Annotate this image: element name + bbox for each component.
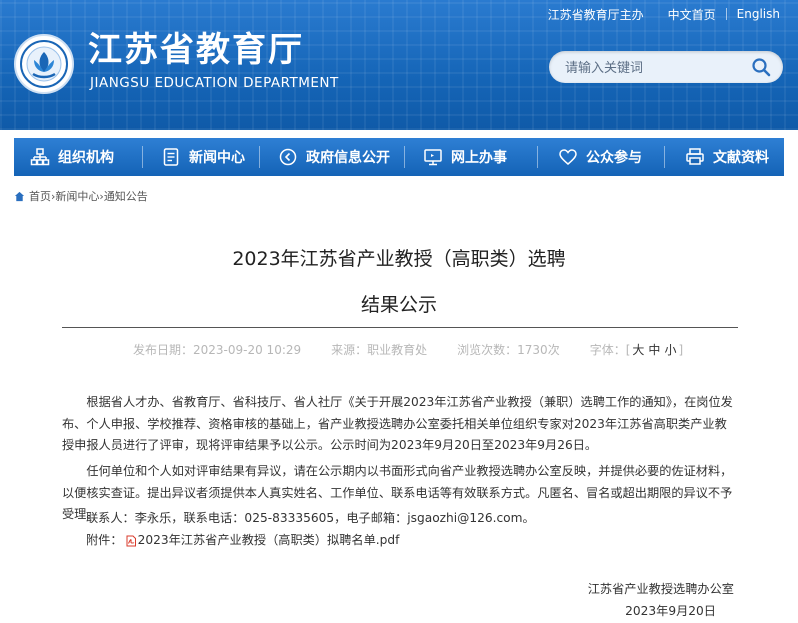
article-source: 来源：职业教育处 bbox=[331, 342, 428, 357]
logo-emblem[interactable] bbox=[14, 34, 74, 94]
bracket-open: [ bbox=[625, 342, 631, 357]
nav-label: 公众参与 bbox=[586, 150, 642, 166]
signature-date: 2023年9月20日 bbox=[625, 604, 716, 618]
emblem-icon bbox=[20, 40, 68, 88]
nav-divider bbox=[142, 146, 143, 168]
font-size-medium[interactable]: 中 bbox=[648, 343, 660, 357]
nav-label: 文献资料 bbox=[713, 150, 769, 166]
nav-label: 政府信息公开 bbox=[306, 150, 390, 166]
article-title: 2023年江苏省产业教授（高职类）选聘 bbox=[232, 248, 566, 270]
nav-label: 新闻中心 bbox=[189, 150, 245, 166]
view-count: 浏览次数：1730次 bbox=[457, 342, 560, 357]
nav-divider bbox=[404, 146, 405, 168]
nav-item-public-participation[interactable]: 公众参与 bbox=[558, 138, 664, 176]
search-box bbox=[549, 51, 783, 83]
article-meta: 发布日期：2023-09-20 10:29 来源：职业教育处 浏览次数：1730… bbox=[133, 341, 683, 357]
publish-date: 发布日期：2023-09-20 10:29 bbox=[133, 342, 302, 357]
nav-divider bbox=[664, 146, 665, 168]
org-chart-icon bbox=[30, 148, 50, 166]
breadcrumb-news[interactable]: 新闻中心 bbox=[55, 188, 99, 204]
nav-item-online-services[interactable]: 网上办事 bbox=[423, 138, 537, 176]
pdf-icon bbox=[126, 535, 136, 546]
attachment-label: 附件： bbox=[86, 533, 123, 547]
nav-label: 网上办事 bbox=[451, 150, 507, 166]
breadcrumb: 首页 › 新闻中心 › 通知公告 bbox=[14, 188, 148, 204]
contact-info: 联系人：李永乐，联系电话：025-83335605，电子邮箱：jsgaozhi@… bbox=[86, 511, 535, 525]
monitor-icon bbox=[424, 149, 442, 166]
heart-icon bbox=[559, 149, 577, 165]
nav-divider bbox=[259, 146, 260, 168]
nav-divider bbox=[537, 146, 538, 168]
search-icon[interactable] bbox=[751, 57, 771, 77]
font-size-small[interactable]: 小 bbox=[664, 343, 676, 357]
title-divider bbox=[62, 327, 738, 328]
top-links: 江苏省教育厅主办 中文首页 English bbox=[548, 6, 780, 22]
nav-item-organization[interactable]: 组织机构 bbox=[30, 138, 142, 176]
font-size-label: 字体： bbox=[589, 342, 626, 357]
attachment-link[interactable]: 2023年江苏省产业教授（高职类）拟聘名单.pdf bbox=[138, 530, 400, 551]
font-size-controls: 字体：[大中小] bbox=[590, 341, 683, 358]
main-site-link[interactable]: 江苏省教育厅主办 bbox=[548, 6, 644, 23]
divider bbox=[725, 8, 727, 20]
search-input[interactable] bbox=[563, 57, 747, 79]
breadcrumb-notices[interactable]: 通知公告 bbox=[104, 188, 148, 204]
home-icon bbox=[14, 191, 25, 201]
printer-icon bbox=[686, 148, 704, 165]
nav-item-news[interactable]: 新闻中心 bbox=[161, 138, 259, 176]
info-disclosure-icon bbox=[279, 148, 297, 166]
main-nav: 组织机构 新闻中心 政府信息公开 网上办事 公众参与 文献资料 bbox=[14, 138, 784, 176]
bracket-close: ] bbox=[678, 342, 684, 357]
site-header: 江苏省教育厅主办 中文首页 English 江苏省教育厅 JIANGSU EDU… bbox=[0, 0, 798, 130]
nav-item-literature[interactable]: 文献资料 bbox=[685, 138, 783, 176]
site-title[interactable]: 江苏省教育厅 bbox=[88, 30, 304, 70]
nav-label: 组织机构 bbox=[58, 150, 114, 166]
article-subtitle: 结果公示 bbox=[360, 294, 437, 316]
site-title-english: JIANGSU EDUCATION DEPARTMENT bbox=[90, 75, 339, 91]
signature-organization: 江苏省产业教授选聘办公室 bbox=[587, 582, 734, 596]
breadcrumb-home[interactable]: 首页 bbox=[29, 188, 51, 204]
english-link[interactable]: English bbox=[737, 7, 780, 21]
attachment-row: 附件： 2023年江苏省产业教授（高职类）拟聘名单.pdf bbox=[86, 530, 399, 551]
document-icon bbox=[163, 148, 179, 166]
nav-item-gov-info[interactable]: 政府信息公开 bbox=[278, 138, 404, 176]
chinese-home-link[interactable]: 中文首页 bbox=[668, 6, 716, 23]
font-size-large[interactable]: 大 bbox=[632, 343, 644, 357]
article-paragraph: 根据省人才办、省教育厅、省科技厅、省人社厅《关于开展2023年江苏省产业教授（兼… bbox=[62, 395, 733, 452]
